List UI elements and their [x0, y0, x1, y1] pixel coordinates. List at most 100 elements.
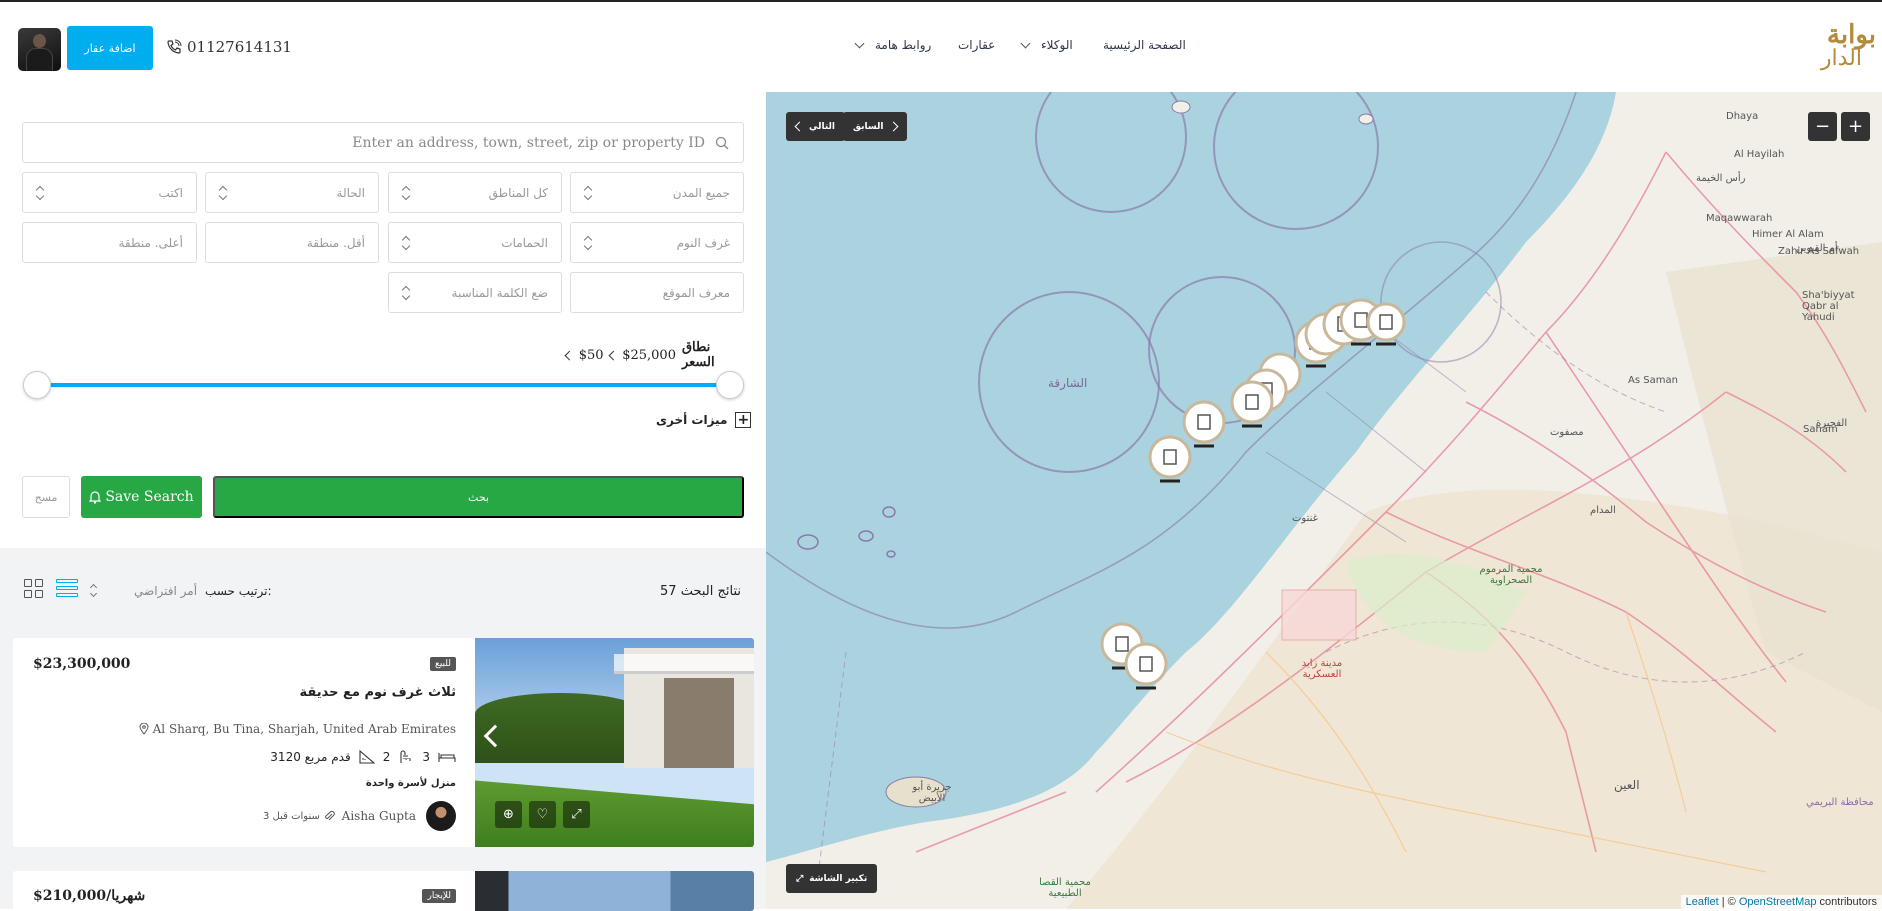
bed-icon	[438, 753, 456, 762]
fullscreen-button[interactable]: ⤢ تكبير الشاشة	[786, 864, 878, 893]
nav-properties-wrap[interactable]: عقارات	[958, 38, 995, 52]
map-label: Sha'biyyat Qabr al Yahudi	[1802, 290, 1855, 323]
chevron-left-icon	[564, 350, 575, 360]
map-label: مصفوت	[1550, 427, 1584, 438]
reset-button[interactable]: مسح	[22, 476, 70, 518]
nav-home[interactable]: الصفحة الرئيسية	[1103, 38, 1186, 52]
bathrooms-select[interactable]: الحمامات	[388, 222, 562, 263]
nav-important-links[interactable]: روابط هامة	[875, 38, 931, 52]
more-features-label: ميزات أخرى	[656, 413, 728, 427]
zoom-plus-icon[interactable]: ⊕	[495, 801, 522, 828]
listing-address: Al Sharq, Bu Tina, Sharjah, United Arab …	[139, 722, 456, 736]
map-label: الفجيرة	[1816, 418, 1848, 429]
nav-agents-wrap[interactable]: الوكلاء	[1020, 38, 1073, 52]
sort-arrows-icon	[584, 186, 592, 200]
shower-icon	[400, 750, 411, 763]
map-next-button[interactable]: التالي	[786, 112, 846, 141]
nav-agents[interactable]: الوكلاء	[1041, 38, 1073, 52]
status-select[interactable]: الحالة	[205, 172, 379, 213]
phone-link[interactable]: 01127614131	[166, 38, 292, 56]
status-badge: للإيجار	[422, 889, 456, 903]
bell-icon	[89, 491, 102, 504]
price-range-label: $50 $25,000 نطاق السعر	[564, 340, 744, 370]
listing-date: 3 سنوات قبل	[263, 810, 335, 822]
leaflet-link[interactable]: Leaflet	[1686, 896, 1719, 908]
max-area-input[interactable]: أعلى. منطقة	[22, 222, 197, 263]
area-value: 3120 قدم مربع	[270, 750, 351, 764]
zoom-in-button[interactable]: +	[1841, 112, 1870, 141]
search-button[interactable]: بحث	[213, 476, 744, 518]
chevron-down-icon	[1020, 38, 1031, 48]
slider-handle-min[interactable]	[23, 371, 51, 399]
map-label: أم القيوين	[1796, 243, 1838, 254]
price-min: $50	[578, 347, 604, 363]
sort-arrows-icon	[89, 583, 98, 598]
map-label: محمية المرموم الصحراوية	[1479, 564, 1543, 586]
heart-icon[interactable]: ♡	[529, 801, 556, 828]
map-label: محافظة البريمي	[1806, 797, 1874, 808]
expand-icon: ⤢	[796, 873, 804, 884]
property-id-input[interactable]: معرف الموقع	[570, 272, 744, 313]
chevron-down-icon	[854, 38, 865, 48]
listing-price: $23,300,000	[33, 656, 131, 672]
location-pin-icon	[139, 723, 149, 735]
more-features-toggle[interactable]: ميزات أخرى +	[656, 412, 752, 428]
sort-value: أمر افتراضي	[134, 584, 198, 598]
expand-icon[interactable]: ⤢	[563, 801, 590, 828]
site-logo[interactable]: بوابة الدار	[1778, 20, 1882, 72]
map-label: رأس الخيمة	[1696, 173, 1746, 184]
map-label: الشارقة	[1048, 376, 1088, 390]
nav-properties[interactable]: عقارات	[958, 38, 995, 52]
sort-control[interactable]: أمر افتراضي ترتيب حسب:	[89, 583, 272, 598]
price-range-title: نطاق السعر	[681, 340, 715, 370]
listing-card[interactable]: ⊕ ♡ ⤢ $23,300,000 للبيع ثلاث غرف نوم مع …	[13, 638, 754, 847]
price-max: $25,000	[622, 347, 676, 363]
listing-photo[interactable]: ⊕ ♡ ⤢	[475, 638, 754, 847]
type-select[interactable]: اكتب	[22, 172, 197, 213]
agent-name: Aisha Gupta	[341, 809, 416, 823]
list-view-icon[interactable]	[56, 579, 78, 599]
chevron-left-icon	[794, 121, 805, 132]
map-label: محمية القصا الطبيعية	[1039, 877, 1091, 899]
price-slider[interactable]	[22, 370, 745, 400]
listing-photo[interactable]	[475, 871, 754, 911]
address-search-input[interactable]: Enter an address, town, street, zip or p…	[22, 122, 744, 163]
map-label: العين	[1614, 778, 1640, 792]
chevron-right-icon	[888, 121, 898, 132]
sort-arrows-icon	[36, 186, 44, 200]
slider-handle-max[interactable]	[716, 371, 744, 399]
listing-agent[interactable]: Aisha Gupta	[342, 801, 456, 831]
osm-link[interactable]: OpenStreetMap	[1739, 896, 1817, 908]
results-count: 57 نتائج البحث	[660, 584, 741, 599]
nav-links[interactable]: روابط هامة	[854, 38, 931, 52]
map-label: غنتوت	[1292, 513, 1318, 524]
map-view[interactable]: الشارقة Dhaya Al Hayilah رأس الخيمة Maqa…	[766, 92, 1882, 909]
listing-title[interactable]: ثلاث غرف نوم مع حديقة	[300, 685, 456, 700]
nav-home-wrap[interactable]: الصفحة الرئيسية	[1103, 38, 1186, 52]
min-area-input[interactable]: أقل. منطقة	[205, 222, 379, 263]
sort-arrows-icon	[219, 186, 227, 200]
sort-arrows-icon	[584, 236, 592, 250]
map-label: جزيرة أبو الأبيض	[912, 782, 952, 804]
save-search-button[interactable]: Save Search	[81, 476, 202, 518]
listing-features: 3120 قدم مربع 2 3	[270, 750, 456, 764]
agent-avatar[interactable]	[426, 801, 456, 831]
slider-track	[38, 383, 729, 387]
paperclip-icon	[324, 810, 335, 821]
grid-view-icon[interactable]	[24, 579, 44, 599]
areas-select[interactable]: كل المناطق	[388, 172, 562, 213]
map-label: المدام	[1590, 505, 1616, 516]
map-prev-button[interactable]: السابق	[843, 112, 907, 141]
keyword-select[interactable]: ضع الكلمة المناسبة	[388, 272, 562, 313]
listing-card[interactable]: $210,000/شهريا للإيجار	[13, 871, 754, 911]
user-avatar[interactable]	[18, 28, 61, 71]
cities-select[interactable]: جميع المدن	[570, 172, 744, 213]
ruler-icon	[359, 750, 375, 764]
sort-arrows-icon	[402, 186, 410, 200]
map-label: Maqawwarah	[1706, 213, 1773, 224]
map-label: Dhaya	[1726, 111, 1759, 122]
map-attribution: Leaflet | © OpenStreetMap contributors	[1680, 895, 1882, 909]
bedrooms-select[interactable]: غرف النوم	[570, 222, 744, 263]
add-property-button[interactable]: اضافة عقار	[67, 26, 153, 70]
zoom-out-button[interactable]: −	[1808, 112, 1837, 141]
